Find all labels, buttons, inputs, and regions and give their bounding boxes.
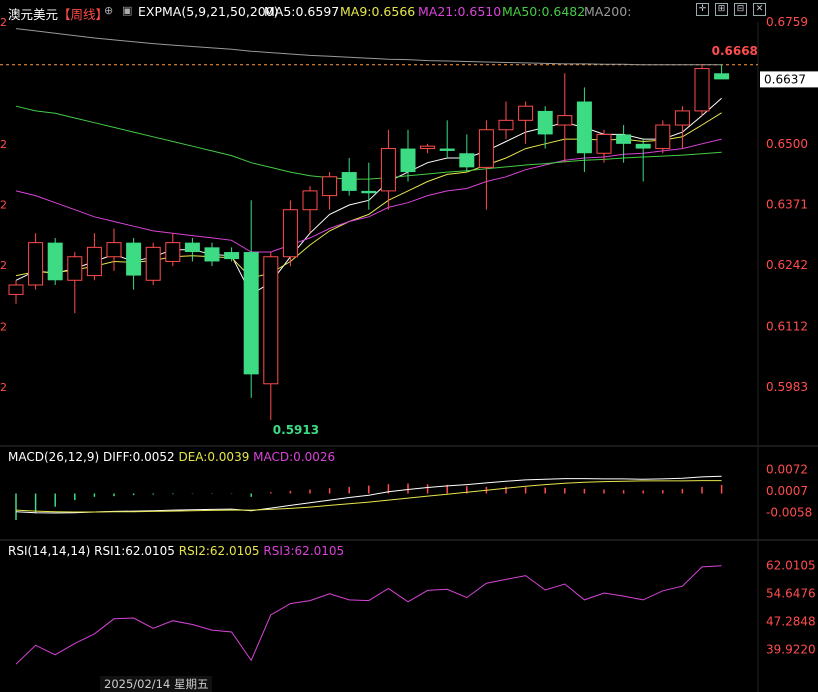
zoom-fit-icon[interactable]: ✛ — [696, 3, 709, 16]
left-tick-mark: 2 — [0, 381, 7, 394]
candle-body-up — [28, 242, 44, 286]
macd-name: MACD(26,12,9) — [8, 450, 100, 464]
rsi-name: RSI(14,14,14) — [8, 544, 91, 558]
candle-body-up — [86, 246, 102, 277]
macd-dea: DEA:0.0039 — [178, 450, 250, 464]
rsi1-value: RSI1:62.0105 — [94, 544, 175, 558]
left-tick-mark: 2 — [0, 320, 7, 333]
candle-body-up — [67, 256, 83, 281]
ma200-line — [15, 28, 722, 66]
candle-body-up — [165, 242, 181, 262]
candle-body-down — [439, 148, 455, 151]
collapse-icon[interactable]: ⊟ — [734, 3, 747, 16]
candle-body-down — [714, 73, 730, 80]
candle-body-up — [420, 145, 436, 150]
candle-body-up — [380, 148, 396, 192]
rsi-header: RSI(14,14,14) RSI1:62.0105 RSI2:62.0105 … — [8, 544, 344, 558]
candle-body-up — [145, 246, 161, 281]
indicator-name: EXPMA(5,9,21,50,200) — [138, 4, 279, 19]
candle-body-up — [8, 284, 24, 295]
left-tick-mark: 2 — [0, 138, 7, 151]
macd-tick-label: 0.0007 — [766, 484, 808, 498]
candle-body-down — [184, 242, 200, 253]
y-tick-label: 0.6112 — [766, 319, 808, 333]
dea-line — [15, 480, 722, 513]
candle-body-up — [478, 129, 494, 168]
candle-body-up — [655, 124, 671, 150]
candle-body-up — [263, 256, 279, 385]
settings-circle-icon[interactable]: ⊕ — [104, 4, 113, 17]
candle-body-up — [557, 115, 573, 126]
candle-body-down — [47, 242, 63, 281]
candle-body-up — [674, 110, 690, 126]
macd-tick-label: -0.0058 — [766, 506, 812, 520]
macd-header: MACD(26,12,9) DIFF:0.0052 DEA:0.0039 MAC… — [8, 450, 335, 464]
rsi3-value: RSI3:62.0105 — [263, 544, 345, 558]
rsi2-value: RSI2:62.0105 — [178, 544, 260, 558]
macd-tick-label: 0.0072 — [766, 463, 808, 477]
rsi-tick-label: 62.0105 — [766, 559, 816, 573]
ma21-label: MA21:0.6510 — [418, 4, 502, 19]
candle-body-up — [694, 68, 710, 112]
symbol-title: 澳元美元 — [8, 7, 59, 22]
candle-body-down — [204, 247, 220, 262]
main-chart-header: 澳元美元 【周线】 ⊕ ▣ EXPMA(5,9,21,50,200) MA5:0… — [0, 0, 818, 22]
low-label: 0.5913 — [273, 423, 319, 437]
candle-body-down — [459, 153, 475, 168]
candle-body-down — [576, 101, 592, 154]
candle-body-down — [126, 242, 142, 276]
candle-body-down — [361, 190, 377, 194]
left-tick-mark: 2 — [0, 199, 7, 212]
ma5-label: MA5:0.6597 — [264, 4, 340, 19]
high-label: 0.6668 — [712, 44, 758, 58]
macd-diff: DIFF:0.0052 — [102, 450, 175, 464]
candle-body-down — [537, 110, 553, 135]
candle-body-up — [106, 242, 122, 258]
y-tick-label: 0.6242 — [766, 258, 808, 272]
candle-body-up — [322, 176, 338, 197]
candle-body-down — [341, 172, 357, 191]
candle-body-down — [616, 134, 632, 144]
rsi-tick-label: 47.2848 — [766, 614, 816, 628]
close-icon[interactable]: ✕ — [753, 3, 766, 16]
y-tick-label: 0.5983 — [766, 380, 808, 394]
y-tick-label: 0.6500 — [766, 137, 808, 151]
candle-body-down — [243, 252, 259, 375]
chart-canvas: 0.675920.650020.637120.624220.611220.598… — [0, 15, 818, 692]
expand-icon[interactable]: ⊞ — [715, 3, 728, 16]
candle-body-down — [400, 148, 416, 173]
window-controls: ✛ ⊞ ⊟ ✕ — [696, 3, 766, 16]
rsi-tick-label: 54.6476 — [766, 587, 816, 601]
candle-body-up — [498, 119, 514, 131]
candle-body-down — [224, 252, 240, 260]
rsi-line — [15, 565, 722, 665]
rsi-tick-label: 39.9220 — [766, 642, 816, 656]
y-tick-label: 0.6371 — [766, 198, 808, 212]
indicator-switch-icon[interactable]: ▣ — [122, 4, 132, 17]
candle-body-up — [518, 105, 534, 121]
candle-body-up — [302, 190, 318, 211]
candle-body-up — [282, 209, 298, 258]
ma50-label: MA50:0.6482 — [502, 4, 586, 19]
ma9-label: MA9:0.6566 — [340, 4, 416, 19]
current-price-label: 0.6637 — [764, 72, 806, 86]
ma200-label: MA200: — [584, 4, 632, 19]
cursor-date-label: 2025/02/14 星期五 — [100, 676, 213, 692]
macd-value: MACD:0.0026 — [253, 450, 336, 464]
period-label: 【周线】 — [58, 7, 109, 22]
candle-body-up — [596, 133, 612, 154]
left-tick-mark: 2 — [0, 259, 7, 272]
candle-body-down — [635, 143, 651, 149]
